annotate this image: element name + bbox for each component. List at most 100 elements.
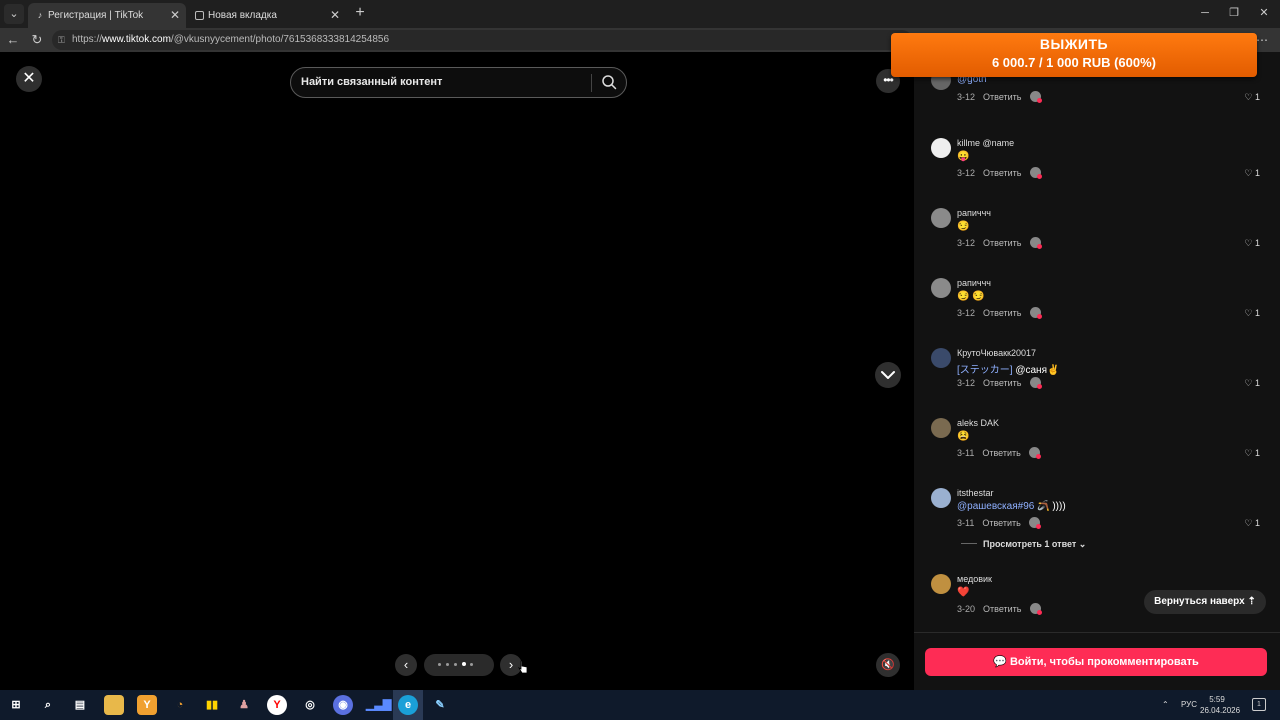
carousel-dot[interactable] — [446, 663, 449, 666]
minimize-button[interactable]: ─ — [1195, 4, 1215, 22]
comment-text: ❤️ — [957, 587, 969, 598]
steam-icon[interactable]: ◎ — [300, 695, 320, 715]
windows-start-icon[interactable]: ⊞ — [6, 695, 26, 715]
language-indicator[interactable]: РУС — [1181, 690, 1197, 720]
comment-body: ❤️ — [957, 587, 970, 598]
reply-button[interactable]: Ответить — [983, 604, 1021, 614]
comment-mention[interactable]: [ステッカー] — [957, 365, 1013, 376]
notification-icon[interactable]: 1 — [1252, 698, 1266, 711]
comment-meta: 3-12 Ответить — [957, 167, 1042, 179]
avatar[interactable] — [931, 418, 951, 438]
yandex-app-icon[interactable]: Y — [137, 695, 157, 715]
comment-text: [ステッカー] @саня✌️ — [957, 361, 1059, 376]
avatar[interactable] — [931, 278, 951, 298]
comment-mention[interactable]: @рашевская#96 — [957, 501, 1034, 512]
reply-button[interactable]: Ответить — [983, 168, 1021, 178]
author-liked-icon — [1029, 377, 1042, 389]
heart-icon: ♡ — [1244, 518, 1255, 528]
promo-amount: 6 000.7 / 1 000 RUB (600%) — [991, 55, 1157, 70]
close-window-button[interactable]: ✕ — [1254, 4, 1274, 22]
back-to-top-button[interactable]: Вернуться наверх ⇡ — [1144, 590, 1266, 614]
url-field[interactable]: ⚿ https://www.tiktok.com/@vkusnyycement/… — [52, 30, 912, 50]
chat-app-icon[interactable]: ◉ — [333, 695, 353, 715]
like-button[interactable]: ♡ 1 — [1244, 448, 1260, 459]
tab-new[interactable]: Новая вкладка ✕ — [188, 3, 346, 28]
comment-date: 3-12 — [957, 308, 976, 318]
reply-button[interactable]: Ответить — [983, 238, 1021, 248]
like-button[interactable]: ♡ 1 — [1244, 308, 1260, 319]
like-button[interactable]: ♡ 1 — [1244, 378, 1260, 389]
carousel-dot[interactable] — [438, 663, 441, 666]
url-text: https://www.tiktok.com/@vkusnyycement/ph… — [72, 34, 390, 45]
login-to-comment-button[interactable]: 💬 Войти, чтобы прокомментировать — [925, 648, 1267, 676]
comment-author[interactable]: рапиччч — [957, 278, 991, 288]
carousel-prev-button[interactable]: ‹ — [395, 654, 417, 676]
avatar[interactable] — [931, 208, 951, 228]
related-search-input[interactable]: Найти связанный контент — [290, 67, 627, 98]
clock-time: 5:59 — [1209, 695, 1225, 704]
author-liked-icon — [1029, 603, 1042, 615]
comment-meta: 3-12 Ответить — [957, 237, 1042, 249]
search-icon[interactable]: ⌕ — [38, 695, 58, 715]
file-explorer-icon[interactable] — [104, 695, 124, 715]
comment-date: 3-11 — [957, 448, 975, 458]
comment-body: @саня✌️ — [1012, 365, 1060, 376]
reply-button[interactable]: Ответить — [983, 378, 1021, 388]
task-view-icon[interactable]: ▤ — [70, 695, 90, 715]
like-button[interactable]: ♡ 1 — [1244, 238, 1260, 249]
ring-app-icon[interactable]: ◔ — [170, 695, 190, 715]
view-replies-button[interactable]: Просмотреть 1 ответ ⌄ — [961, 539, 1086, 550]
new-tab-button[interactable]: + — [352, 4, 368, 22]
tray-chevron-icon[interactable]: ⌃ — [1162, 690, 1169, 720]
reply-button[interactable]: Ответить — [983, 92, 1021, 102]
chevron-down-icon — [881, 371, 895, 379]
back-arrow-icon[interactable]: ← — [4, 31, 22, 49]
reload-icon[interactable]: ↻ — [28, 31, 46, 49]
search-icon[interactable] — [601, 74, 617, 90]
tab-tiktok[interactable]: ♪ Регистрация | TikTok ✕ — [28, 3, 186, 28]
comment-author[interactable]: КрутоЧювакк20017 — [957, 348, 1036, 358]
clock-date: 26.04.2026 — [1200, 706, 1241, 715]
bars-app-icon[interactable]: ▮▮ — [202, 695, 222, 715]
notepad-icon[interactable]: ✎ — [430, 695, 450, 715]
tab-label: Регистрация | TikTok — [48, 10, 144, 21]
character-app-icon[interactable]: ♟ — [234, 695, 254, 715]
comment-author[interactable]: aleks DAK — [957, 418, 999, 428]
comment-author[interactable]: рапиччч — [957, 208, 991, 218]
restore-button[interactable]: ❐ — [1224, 4, 1244, 22]
reply-button[interactable]: Ответить — [982, 448, 1020, 458]
heart-icon: ♡ — [1244, 378, 1255, 388]
comment-author[interactable]: killme @name — [957, 138, 1014, 148]
site-info-icon[interactable]: ⚿ — [58, 30, 65, 50]
comment-date: 3-12 — [957, 378, 976, 388]
like-button[interactable]: ♡ 1 — [1244, 518, 1260, 529]
like-count: 1 — [1254, 518, 1260, 528]
close-viewer-button[interactable]: ✕ — [16, 66, 42, 92]
comment-author[interactable]: itsthestar — [957, 488, 994, 498]
mute-button[interactable]: 🔇 — [876, 653, 900, 677]
tab-list-button[interactable]: ⌄ — [4, 4, 24, 24]
reply-button[interactable]: Ответить — [982, 518, 1020, 528]
clock[interactable]: 5:59 26.04.2026 — [1200, 694, 1241, 716]
edge-browser-icon[interactable]: e — [398, 695, 418, 715]
next-post-button[interactable] — [875, 362, 901, 388]
like-button[interactable]: ♡ 1 — [1244, 92, 1260, 103]
promo-title: ВЫЖИТЬ — [1039, 36, 1109, 52]
avatar[interactable] — [931, 488, 951, 508]
yandex-browser-icon[interactable]: Y — [267, 695, 287, 715]
comment-author[interactable]: медовик — [957, 574, 992, 584]
like-button[interactable]: ♡ 1 — [1244, 168, 1260, 179]
close-tab-icon[interactable]: ✕ — [170, 3, 180, 28]
stats-app-icon[interactable]: ▁▃▇ — [366, 695, 391, 715]
reply-button[interactable]: Ответить — [983, 308, 1021, 318]
carousel-dot[interactable] — [454, 663, 457, 666]
avatar[interactable] — [931, 138, 951, 158]
promo-banner[interactable]: ВЫЖИТЬ 6 000.7 / 1 000 RUB (600%) — [891, 33, 1257, 77]
carousel-dot[interactable] — [470, 663, 473, 666]
comment-date: 3-20 — [957, 604, 976, 614]
close-tab-icon[interactable]: ✕ — [330, 3, 340, 28]
carousel-dot[interactable] — [462, 662, 466, 666]
comment-text: 😏 😏 — [957, 291, 985, 302]
avatar[interactable] — [931, 574, 951, 594]
avatar[interactable] — [931, 348, 951, 368]
